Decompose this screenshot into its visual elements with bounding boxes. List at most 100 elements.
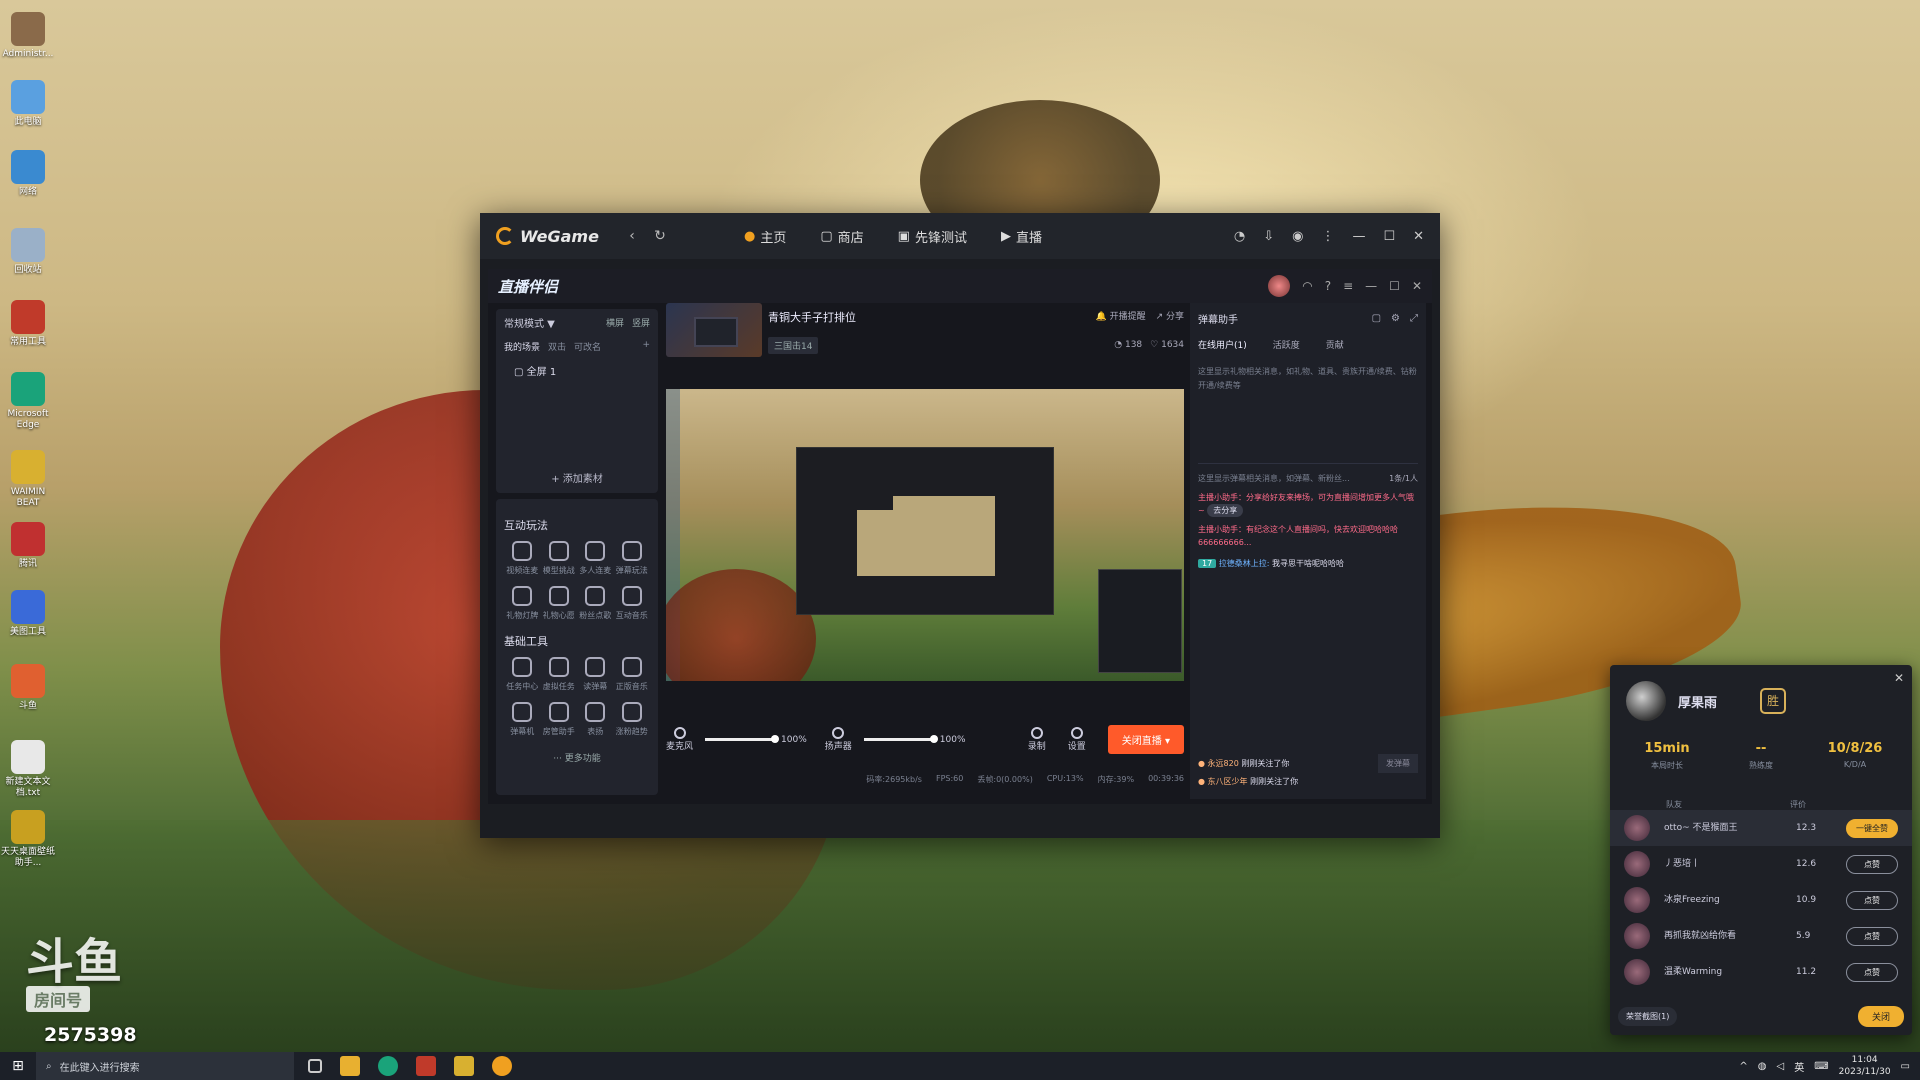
desktop-icon[interactable]: Administr...: [0, 12, 56, 60]
tool-item[interactable]: 弹幕机: [504, 702, 541, 737]
more-icon[interactable]: ⋮: [1321, 229, 1334, 244]
douyu-app-icon[interactable]: [416, 1056, 436, 1076]
tool-item[interactable]: 涨粉趋势: [614, 702, 651, 737]
edge-icon[interactable]: [378, 1056, 398, 1076]
desktop-icon[interactable]: 斗鱼: [0, 664, 56, 712]
tab-test[interactable]: ▣ 先锋测试: [898, 227, 967, 246]
chat-icon[interactable]: ◔: [1234, 229, 1245, 244]
tab-contribution[interactable]: 贡献: [1326, 338, 1344, 351]
mic-control[interactable]: 麦克风: [666, 727, 693, 752]
close-button[interactable]: 关闭: [1857, 1006, 1904, 1027]
tool-item[interactable]: 粉丝点歌: [577, 586, 614, 621]
portrait-toggle[interactable]: 竖屏: [632, 316, 650, 329]
desktop-icon[interactable]: 新建文本文档.txt: [0, 740, 56, 799]
tab-store[interactable]: ▢ 商店: [820, 227, 863, 246]
tab-home[interactable]: ● 主页: [744, 227, 786, 246]
close-icon[interactable]: ✕: [1412, 279, 1422, 293]
follower-name[interactable]: 东八区少年: [1208, 777, 1248, 786]
desktop-icon[interactable]: 天天桌面壁纸助手...: [0, 810, 56, 869]
landscape-toggle[interactable]: 横屏: [606, 316, 624, 329]
streamer-avatar[interactable]: [1268, 275, 1291, 297]
network-icon[interactable]: ◍: [1758, 1061, 1767, 1072]
desktop-icon[interactable]: 网络: [0, 150, 56, 198]
desktop-icon[interactable]: WAIMIN BEAT: [0, 450, 56, 509]
close-icon[interactable]: ✕: [1413, 229, 1424, 244]
speaker-volume-slider[interactable]: [863, 735, 938, 743]
tab-my-scenes[interactable]: 我的场景: [504, 340, 540, 353]
tool-item[interactable]: 正版音乐: [614, 657, 651, 692]
tool-item[interactable]: 礼物心愿: [541, 586, 578, 621]
ime-indicator[interactable]: 英: [1794, 1059, 1804, 1074]
speaker-control[interactable]: 扬声器: [825, 727, 852, 752]
volume-icon[interactable]: ◁: [1777, 1061, 1785, 1072]
like-button[interactable]: 点赞: [1846, 854, 1898, 874]
tool-item[interactable]: 虚拟任务: [541, 657, 578, 692]
help-icon[interactable]: ?: [1325, 279, 1331, 293]
minimize-icon[interactable]: —: [1352, 229, 1365, 244]
notification-icon[interactable]: ▭: [1901, 1061, 1910, 1072]
maximize-icon[interactable]: ☐: [1389, 279, 1400, 293]
scene-item[interactable]: ▢ 全屏 1: [504, 363, 650, 378]
desktop-icon[interactable]: 回收站: [0, 228, 56, 276]
share-button[interactable]: ↗ 分享: [1156, 309, 1184, 322]
room-category[interactable]: 三国击14: [768, 337, 819, 354]
popout-icon[interactable]: ⤢: [1410, 313, 1418, 324]
stop-live-button[interactable]: 关闭直播 ▾: [1107, 725, 1184, 754]
league-app-icon[interactable]: [454, 1056, 474, 1076]
taskbar-search[interactable]: ⌕ 在此键入进行搜索: [36, 1052, 294, 1080]
minimize-icon[interactable]: —: [1365, 279, 1377, 293]
tool-item[interactable]: 视频连麦: [504, 541, 541, 576]
live-remind-button[interactable]: 🔔 开播提醒: [1095, 309, 1145, 322]
close-icon[interactable]: ✕: [1894, 671, 1904, 685]
room-cover[interactable]: [666, 303, 762, 357]
like-all-button[interactable]: 一键全赞: [1846, 818, 1898, 838]
tool-item[interactable]: 表扬: [577, 702, 614, 737]
like-button[interactable]: 点赞: [1846, 926, 1898, 946]
stream-preview[interactable]: [666, 389, 1184, 681]
more-features-button[interactable]: ··· 更多功能: [504, 751, 650, 764]
share-pill-button[interactable]: 去分享: [1207, 504, 1244, 517]
tab-activity[interactable]: 活跃度: [1273, 338, 1300, 351]
add-scene-icon[interactable]: +: [642, 340, 650, 353]
settings-button[interactable]: 设置: [1068, 727, 1086, 752]
tool-item[interactable]: 读弹幕: [577, 657, 614, 692]
tool-item[interactable]: 房管助手: [541, 702, 578, 737]
wegame-logo[interactable]: WeGame: [496, 227, 618, 246]
tool-item[interactable]: 弹幕玩法: [614, 541, 651, 576]
like-button[interactable]: 点赞: [1846, 962, 1898, 982]
desktop-icon[interactable]: 美图工具: [0, 590, 56, 638]
gear-icon[interactable]: ⚙: [1391, 313, 1400, 324]
task-view-icon[interactable]: [308, 1059, 322, 1073]
tab-online-users[interactable]: 在线用户(1): [1198, 338, 1247, 351]
desktop-icon[interactable]: 常用工具: [0, 300, 56, 348]
room-title[interactable]: 青铜大手子打排位: [768, 309, 856, 325]
refresh-icon[interactable]: ↻: [646, 228, 674, 244]
file-explorer-icon[interactable]: [340, 1056, 360, 1076]
clock[interactable]: 11:04 2023/11/30: [1839, 1054, 1891, 1078]
mode-select[interactable]: 常规模式 ▼: [504, 315, 555, 330]
headset-icon[interactable]: ◠: [1302, 279, 1312, 293]
back-icon[interactable]: ‹: [618, 228, 646, 244]
record-button[interactable]: 录制: [1028, 727, 1046, 752]
add-material-button[interactable]: + 添加素材: [504, 470, 650, 485]
like-button[interactable]: 点赞: [1846, 890, 1898, 910]
desktop-icon[interactable]: Microsoft Edge: [0, 372, 56, 431]
keyboard-icon[interactable]: ⌨: [1814, 1061, 1828, 1072]
windows-start-icon[interactable]: ⊞: [0, 1058, 36, 1074]
honor-screenshot-button[interactable]: 荣誉截图(1): [1618, 1007, 1678, 1026]
maximize-icon[interactable]: ☐: [1383, 229, 1395, 244]
send-danmu-button[interactable]: 发弹幕: [1378, 754, 1418, 773]
tool-item[interactable]: 礼物灯牌: [504, 586, 541, 621]
wegame-app-icon[interactable]: [492, 1056, 512, 1076]
mic-volume-slider[interactable]: [705, 735, 780, 743]
tool-item[interactable]: 多人连麦: [577, 541, 614, 576]
tool-item[interactable]: 模型挑战: [541, 541, 578, 576]
desktop-icon[interactable]: 腾讯: [0, 522, 56, 570]
tray-arrow-icon[interactable]: ^: [1739, 1061, 1747, 1072]
tab-live[interactable]: ▶ 直播: [1001, 227, 1042, 246]
desktop-icon[interactable]: 此电脑: [0, 80, 56, 128]
user-avatar-icon[interactable]: ◉: [1292, 229, 1303, 244]
follower-name[interactable]: 永远820: [1208, 759, 1239, 768]
menu-icon[interactable]: ≡: [1343, 279, 1353, 293]
tool-item[interactable]: 任务中心: [504, 657, 541, 692]
